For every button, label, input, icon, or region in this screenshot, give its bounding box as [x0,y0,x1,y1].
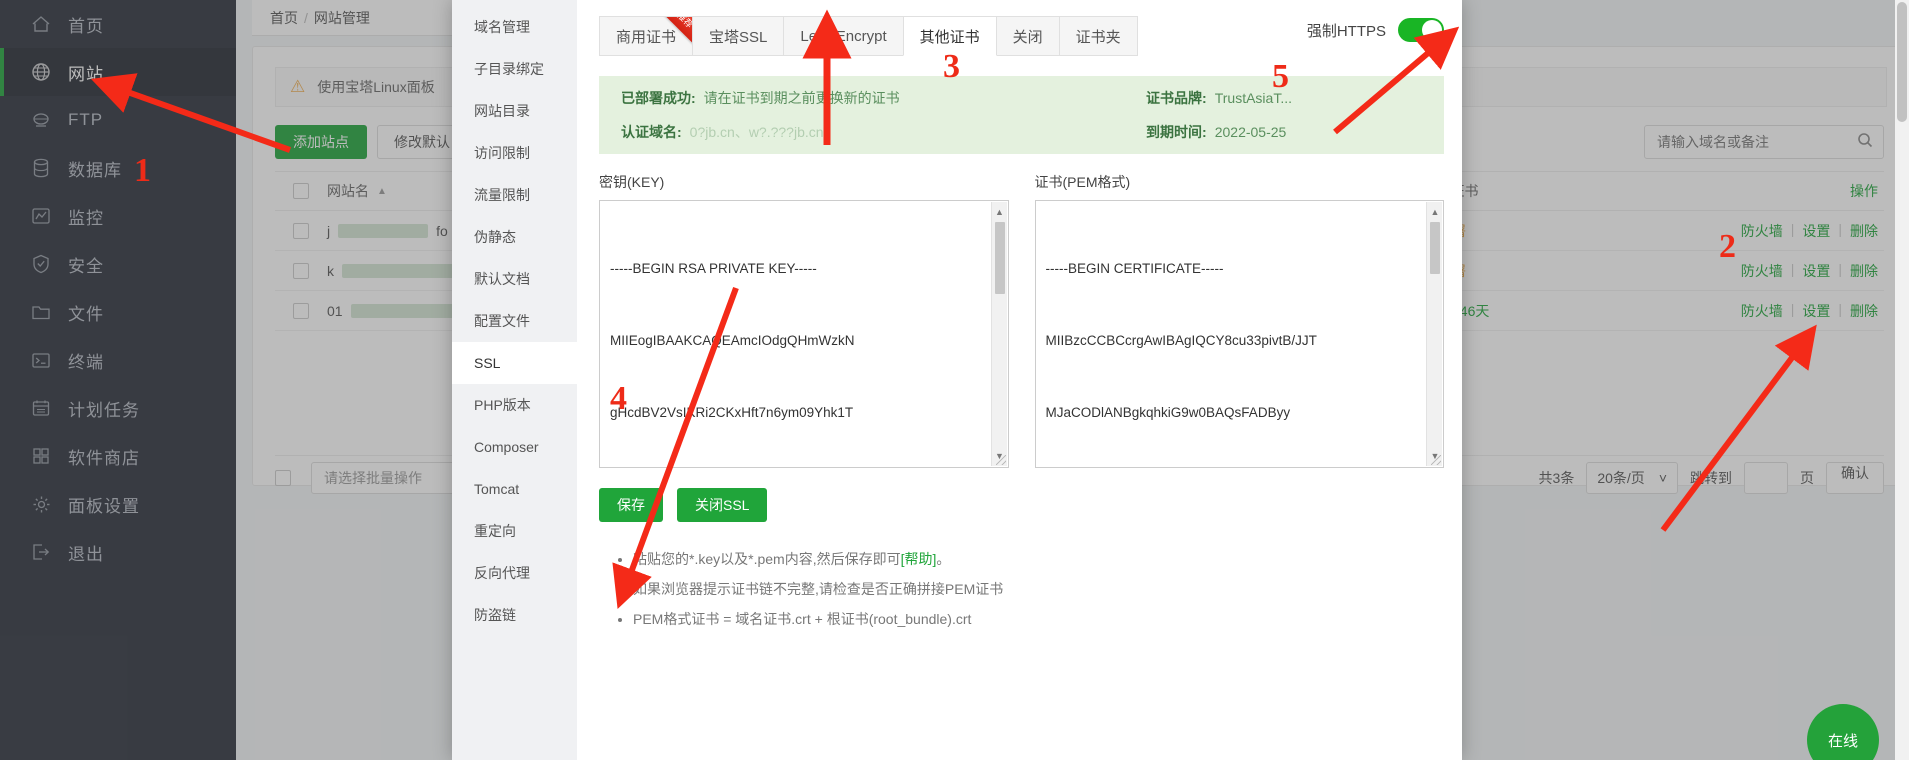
key-field-label: 密钥(KEY) [599,174,665,190]
pem-field-label: 证书(PEM格式) [1034,174,1131,190]
cert-info-box: 已部署成功: 请在证书到期之前更换新的证书 认证域名: 0?jb.cn、w?.?… [599,76,1444,154]
toggle-knob [1422,20,1442,40]
tab-lets-encrypt[interactable]: Let's Encrypt [783,16,904,56]
annotation-number-1: 1 [134,152,151,189]
app-root: 首页 / 网站管理 ⚠ 使用宝塔Linux面板 添加站点 修改默认 请输入域名或… [0,0,1909,760]
modal-menu-item-sitedir[interactable]: 网站目录 [452,90,577,132]
tab-label: 证书夹 [1075,28,1121,46]
modal-menu-label: 伪静态 [474,229,516,245]
hint-text: PEM格式证书 = 域名证书.crt + 根证书(root_bundle).cr… [633,611,972,627]
modal-menu-item-defaultdoc[interactable]: 默认文档 [452,258,577,300]
pem-line: MJaCODlANBgkqhkiG9w0BAQsFADByy [1045,405,1291,420]
annotation-number-3: 3 [943,48,960,85]
cert-expire-label: 到期时间: [1146,124,1207,140]
pem-line: -----BEGIN CERTIFICATE----- [1045,261,1224,276]
hint-text: 粘贴您的*.key以及*.pem内容,然后保存即可 [633,551,901,567]
modal-menu-item-subdir[interactable]: 子目录绑定 [452,48,577,90]
modal-menu-item-domain[interactable]: 域名管理 [452,6,577,48]
tab-label: 其他证书 [919,28,980,46]
modal-menu-item-phpversion[interactable]: PHP版本 [452,384,577,426]
modal-actions: 保存 关闭SSL [599,488,1462,522]
pem-field-wrap: 证书(PEM格式) -----BEGIN CERTIFICATE----- MI… [1034,172,1444,468]
deploy-status-label: 已部署成功: [621,90,696,106]
modal-menu-label: SSL [474,355,501,371]
cert-brand-label: 证书品牌: [1146,90,1207,106]
pem-line: MIIBzcCCBCcrgAwIBAgIQCY8cu33pivtB/JJT [1045,333,1317,348]
help-link[interactable]: [帮助] [901,551,937,567]
hint-text: 如果浏览器提示证书链不完整,请检查是否正确拼接PEM证书 [633,581,1004,597]
deploy-status-value: 请在证书到期之前更换新的证书 [703,90,900,106]
hint-item: 粘贴您的*.key以及*.pem内容,然后保存即可[帮助]。 [633,544,1462,574]
cert-domain-label: 认证域名: [621,124,682,140]
cert-expire-value: 2022-05-25 [1214,124,1287,140]
hint-item: 如果浏览器提示证书链不完整,请检查是否正确拼接PEM证书 [633,574,1462,604]
annotation-number-5: 5 [1272,58,1289,95]
tab-label: 关闭 [1012,28,1043,46]
modal-menu-label: 域名管理 [474,19,530,35]
modal-menu-item-traffic[interactable]: 流量限制 [452,174,577,216]
force-https-control: 强制HTTPS [1307,18,1444,42]
close-ssl-button[interactable]: 关闭SSL [677,488,768,522]
modal-menu-label: Composer [474,439,539,455]
tab-label: 宝塔SSL [709,28,768,46]
modal-menu-label: 配置文件 [474,313,530,329]
scroll-thumb[interactable] [994,222,1005,294]
force-https-label: 强制HTTPS [1306,22,1386,40]
pem-scrollbar[interactable]: ▲ ▼ [1426,202,1442,466]
save-button[interactable]: 保存 [599,488,663,522]
modal-menu-item-redirect[interactable]: 重定向 [452,510,577,552]
modal-menu-item-config[interactable]: 配置文件 [452,300,577,342]
key-textarea[interactable]: -----BEGIN RSA PRIVATE KEY----- MIIEogIB… [599,200,1009,468]
modal-menu-item-rewrite[interactable]: 伪静态 [452,216,577,258]
tab-close[interactable]: 关闭 [995,16,1060,56]
tab-label: 商用证书 [616,28,677,46]
modal-menu-label: 流量限制 [474,187,530,203]
force-https-toggle[interactable] [1398,18,1444,42]
resize-handle[interactable] [995,455,1006,465]
resize-handle[interactable] [1431,455,1441,465]
tab-cert-folder[interactable]: 证书夹 [1058,16,1138,56]
tab-commercial-cert[interactable]: 商用证书 推荐 [599,16,694,56]
modal-menu-label: 重定向 [474,523,516,539]
modal-menu-label: 默认文档 [474,271,530,287]
modal-menu-label: PHP版本 [474,397,531,413]
scroll-up-icon[interactable]: ▲ [992,204,1008,220]
cert-domain-value: 0?jb.cn、w?.???jb.cn [689,124,824,140]
modal-menu-item-antileech[interactable]: 防盗链 [452,594,577,636]
site-settings-modal: 域名管理 子目录绑定 网站目录 访问限制 流量限制 伪静态 默认文档 配置文件 … [452,0,1462,760]
modal-menu-label: 网站目录 [474,103,530,119]
key-line: -----BEGIN RSA PRIVATE KEY----- [610,261,817,276]
cert-input-fields: 密钥(KEY) -----BEGIN RSA PRIVATE KEY----- … [599,172,1444,468]
key-field-wrap: 密钥(KEY) -----BEGIN RSA PRIVATE KEY----- … [599,172,1009,468]
window-scrollbar[interactable] [1895,0,1909,760]
annotation-number-4: 4 [610,380,627,417]
tab-bt-ssl[interactable]: 宝塔SSL [692,16,785,56]
modal-menu-label: 访问限制 [474,145,530,161]
key-line: gHcdBV2VsIKRi2CKxHft7n6ym09Yhk1T [610,405,854,420]
scroll-thumb[interactable] [1430,222,1440,274]
modal-menu: 域名管理 子目录绑定 网站目录 访问限制 流量限制 伪静态 默认文档 配置文件 … [452,0,577,760]
modal-menu-item-ssl[interactable]: SSL [452,342,577,384]
hint-item: PEM格式证书 = 域名证书.crt + 根证书(root_bundle).cr… [633,604,1462,634]
scroll-up-icon[interactable]: ▲ [1427,204,1443,220]
modal-menu-label: 子目录绑定 [474,61,544,77]
key-scrollbar[interactable]: ▲ ▼ [990,202,1008,466]
pem-textarea[interactable]: -----BEGIN CERTIFICATE----- MIIBzcCCBCcr… [1034,200,1444,468]
modal-menu-item-tomcat[interactable]: Tomcat [452,468,577,510]
hints-list: 粘贴您的*.key以及*.pem内容,然后保存即可[帮助]。 如果浏览器提示证书… [599,544,1462,634]
modal-menu-label: 反向代理 [474,565,530,581]
modal-menu-item-composer[interactable]: Composer [452,426,577,468]
tab-label: Let's Encrypt [800,27,887,45]
modal-menu-label: Tomcat [474,481,520,497]
key-line: MIIEogIBAAKCAQEAmcIOdgQHmWzkN [610,333,855,348]
modal-menu-item-proxy[interactable]: 反向代理 [452,552,577,594]
scroll-thumb[interactable] [1897,2,1907,122]
modal-menu-item-access[interactable]: 访问限制 [452,132,577,174]
modal-menu-label: 防盗链 [474,607,516,623]
modal-content: 商用证书 推荐 宝塔SSL Let's Encrypt 其他证书 关闭 证书夹 … [577,0,1462,760]
annotation-number-2: 2 [1719,228,1736,265]
hint-suffix: 。 [936,551,951,567]
